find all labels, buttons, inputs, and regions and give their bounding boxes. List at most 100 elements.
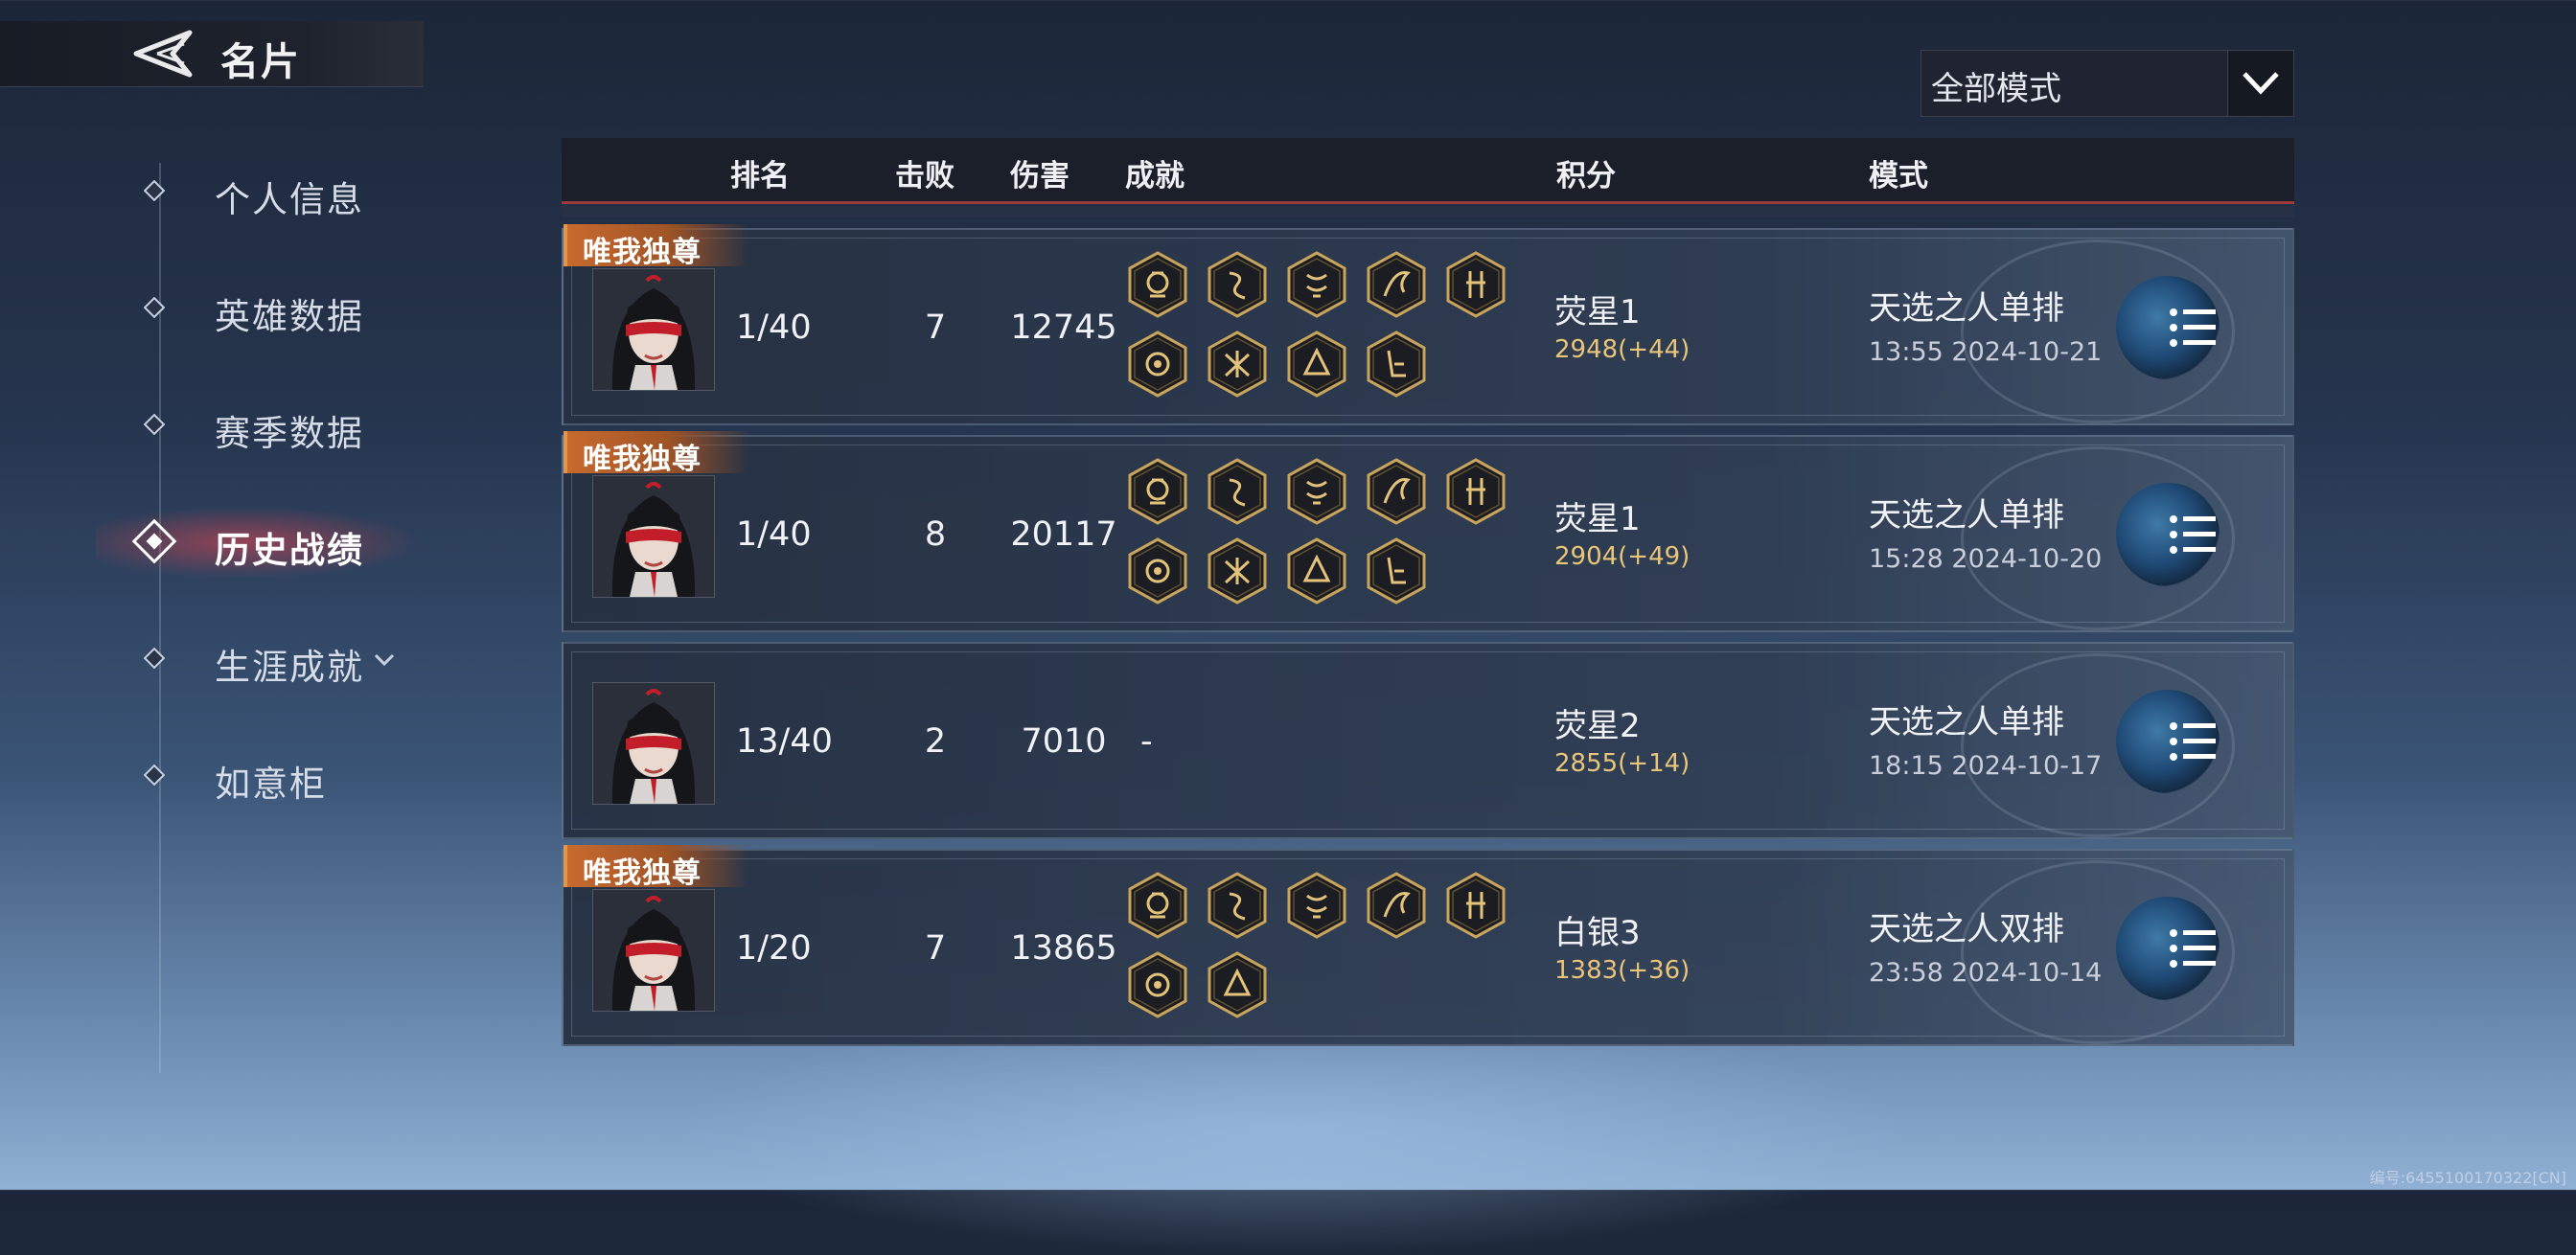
sidebar-item-season-data[interactable]: 赛季数据 — [134, 397, 422, 454]
match-time: 15:28 2024-10-20 — [1869, 544, 2103, 574]
mode-filter-dropdown[interactable]: 全部模式 — [1920, 50, 2294, 117]
score-value: 1383(+36) — [1554, 956, 1690, 985]
rank-value: 13/40 — [736, 722, 833, 761]
diamond-icon — [144, 764, 165, 786]
victory-badge: 唯我独尊 — [564, 845, 749, 890]
mode-value: 天选之人单排 — [1869, 496, 2064, 535]
sidebar-item-label: 历史战绩 — [215, 530, 364, 571]
kills-value: 7 — [924, 308, 947, 347]
header-underlay — [562, 204, 2294, 217]
sidebar-item-career-achievements[interactable]: 生涯成就 — [134, 630, 422, 688]
victory-badge-label: 唯我独尊 — [583, 856, 702, 890]
no-achievement: - — [1140, 722, 1153, 761]
hero-portrait-icon — [593, 269, 714, 390]
dropdown-toggle[interactable] — [2227, 51, 2293, 116]
achievement-wave-icon[interactable] — [1286, 251, 1347, 318]
damage-value: 12745 — [1010, 308, 1117, 347]
diamond-icon — [144, 414, 165, 435]
victory-badge: 唯我独尊 — [564, 224, 749, 269]
hero-avatar — [592, 475, 715, 598]
match-time: 23:58 2024-10-14 — [1869, 958, 2103, 988]
achievement-pillars-icon[interactable] — [1445, 872, 1506, 939]
sidebar-item-label: 赛季数据 — [215, 413, 364, 454]
sidebar-item-label: 生涯成就 — [215, 647, 364, 688]
achievement-crossed-blades-icon[interactable] — [1207, 537, 1268, 605]
damage-value: 13865 — [1010, 929, 1117, 968]
achievement-boot-icon[interactable] — [1366, 537, 1427, 605]
achievement-serpent-icon[interactable] — [1207, 458, 1268, 525]
achievement-triangle-icon[interactable] — [1286, 331, 1347, 398]
sidebar-item-label: 个人信息 — [215, 179, 364, 220]
victory-badge-label: 唯我独尊 — [583, 443, 702, 476]
sidebar-item-wardrobe[interactable]: 如意柜 — [134, 747, 422, 805]
table-header: 排名 击败 伤害 成就 积分 模式 — [562, 138, 2294, 204]
column-header-mode: 模式 — [1869, 159, 1928, 194]
achievement-triangle-icon[interactable] — [1207, 951, 1268, 1018]
achievement-medal-icon[interactable] — [1127, 951, 1188, 1018]
details-menu-icon[interactable] — [2168, 927, 2218, 970]
score-value: 2904(+49) — [1554, 542, 1690, 571]
achievement-helmet-icon[interactable] — [1127, 251, 1188, 318]
table-row[interactable]: 唯我独尊 1/40 8 20117 荧星1 2904(+49) 天选之人单排 15:28 20… — [562, 431, 2294, 632]
achievement-triangle-icon[interactable] — [1286, 537, 1347, 605]
sidebar-item-label: 英雄数据 — [215, 296, 364, 337]
achievement-wave-icon[interactable] — [1286, 872, 1347, 939]
diamond-icon — [144, 297, 165, 318]
build-code: 编号:6455100170322[CN] — [2369, 1169, 2566, 1187]
achievement-crescent-icon[interactable] — [1366, 458, 1427, 525]
achievement-medal-icon[interactable] — [1127, 537, 1188, 605]
details-menu-icon[interactable] — [2168, 307, 2218, 349]
victory-badge-label: 唯我独尊 — [583, 236, 702, 269]
sidebar-item-profile[interactable]: 个人信息 — [134, 163, 422, 220]
column-header-kills: 击败 — [895, 159, 954, 194]
hero-avatar — [592, 268, 715, 391]
achievement-crossed-blades-icon[interactable] — [1207, 331, 1268, 398]
chevron-down-icon — [2242, 72, 2279, 95]
hero-avatar — [592, 889, 715, 1012]
column-header-achievements: 成就 — [1125, 159, 1184, 194]
diamond-active-icon — [131, 518, 177, 564]
score-value: 2948(+44) — [1554, 335, 1690, 364]
mode-filter-value: 全部模式 — [1931, 70, 2061, 108]
hero-avatar — [592, 682, 715, 805]
mode-value: 天选之人单排 — [1869, 703, 2064, 742]
top-header: 名片 — [0, 21, 424, 87]
rank-value: 1/40 — [736, 308, 812, 347]
column-header-score: 积分 — [1556, 159, 1616, 194]
rank-value: 1/20 — [736, 929, 812, 968]
achievement-helmet-icon[interactable] — [1127, 872, 1188, 939]
achievement-medal-icon[interactable] — [1127, 331, 1188, 398]
hero-portrait-icon — [593, 890, 714, 1011]
diamond-icon — [144, 180, 165, 201]
mode-value: 天选之人双排 — [1869, 910, 2064, 948]
kills-value: 2 — [924, 722, 947, 761]
achievement-wave-icon[interactable] — [1286, 458, 1347, 525]
sidebar-item-hero-data[interactable]: 英雄数据 — [134, 280, 422, 337]
page-title: 名片 — [220, 40, 301, 84]
table-row[interactable]: 唯我独尊 1/40 7 12745 荧星1 2948(+44) 天选之人单排 13:55 20… — [562, 224, 2294, 425]
rank-value: 1/40 — [736, 515, 812, 554]
table-row[interactable]: 唯我独尊 1/20 7 13865 白银3 1383(+36) 天选之人双排 23:58 20… — [562, 845, 2294, 1046]
mode-value: 天选之人单排 — [1869, 289, 2064, 328]
achievement-serpent-icon[interactable] — [1207, 251, 1268, 318]
achievement-crescent-icon[interactable] — [1366, 251, 1427, 318]
tier-value: 白银3 — [1554, 914, 1641, 952]
column-header-rank: 排名 — [730, 159, 790, 194]
achievement-boot-icon[interactable] — [1366, 331, 1427, 398]
achievement-crescent-icon[interactable] — [1366, 872, 1427, 939]
achievement-pillars-icon[interactable] — [1445, 251, 1506, 318]
table-row[interactable]: 13/40 2 7010- 荧星2 2855(+14) 天选之人单排 18:15 2024-… — [562, 642, 2294, 839]
achievement-serpent-icon[interactable] — [1207, 872, 1268, 939]
achievement-pillars-icon[interactable] — [1445, 458, 1506, 525]
kills-value: 7 — [924, 929, 947, 968]
achievement-helmet-icon[interactable] — [1127, 458, 1188, 525]
details-menu-icon[interactable] — [2168, 720, 2218, 763]
hero-portrait-icon — [593, 476, 714, 597]
chevron-down-icon — [374, 653, 395, 667]
details-menu-icon[interactable] — [2168, 513, 2218, 556]
sidebar-item-label: 如意柜 — [215, 764, 327, 805]
tier-value: 荧星1 — [1554, 500, 1641, 538]
back-arrow-icon[interactable] — [128, 29, 196, 79]
score-value: 2855(+14) — [1554, 749, 1690, 778]
sidebar-item-match-history[interactable]: 历史战绩 — [96, 506, 422, 579]
